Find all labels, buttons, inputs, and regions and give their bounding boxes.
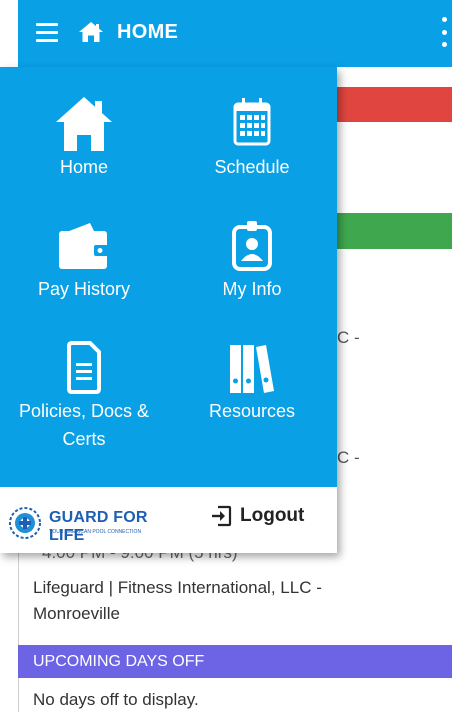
app-bar: HOME [18,0,452,67]
upcoming-days-off-header: UPCOMING DAYS OFF [18,645,452,678]
logout-label: Logout [240,505,305,526]
drawer-footer: GUARD FOR LIFE YOUR AMERICAN POOL CONNEC… [0,487,337,553]
logout-button[interactable]: Logout [210,505,304,527]
menu-item-my-info[interactable]: My Info [168,217,336,303]
document-icon [67,341,101,394]
menu-item-label: My Info [222,279,282,299]
logout-icon [212,505,232,527]
calendar-icon [233,98,271,146]
menu-item-schedule[interactable]: Schedule [168,95,336,181]
menu-item-label: Pay History [37,279,131,299]
logo-text: GUARD FOR LIFE [49,509,148,544]
wallet-icon [59,223,108,269]
menu-item-pay-history[interactable]: Pay History [0,217,168,303]
shift-text-peek: C - [337,448,360,467]
shift-role: Lifeguard | Fitness International, LLC - [33,578,322,597]
home-icon[interactable] [78,21,104,43]
menu-item-resources[interactable]: Resources [168,339,336,425]
menu-item-label: Policies, Docs & [18,401,150,421]
navigation-drawer: Home Schedule Pay History My Info Polici… [0,67,337,553]
lifebuoy-icon [9,507,41,539]
more-vertical-icon[interactable] [442,17,448,47]
logo-tagline: YOUR AMERICAN POOL CONNECTION [49,529,142,535]
hamburger-icon[interactable] [36,23,58,42]
status-bar-red [334,87,452,122]
menu-item-policies-docs-certs[interactable]: Policies, Docs & Certs [0,339,168,453]
shift-text-peek: C - [337,328,360,347]
menu-item-label: Home [59,157,108,177]
no-days-off-text: No days off to display. [33,690,199,709]
id-badge-icon [232,221,272,271]
menu-item-home[interactable]: Home [0,95,168,181]
binders-icon [230,345,274,393]
home-icon [56,97,112,151]
menu-item-label-line2: Certs [62,429,106,449]
page-title: HOME [117,21,179,43]
menu-item-label: Resources [208,401,296,421]
shift-location: Monroeville [33,604,120,623]
menu-item-label: Schedule [214,157,290,177]
status-bar-green [334,213,452,249]
guard-for-life-logo[interactable]: GUARD FOR LIFE YOUR AMERICAN POOL CONNEC… [5,505,175,544]
